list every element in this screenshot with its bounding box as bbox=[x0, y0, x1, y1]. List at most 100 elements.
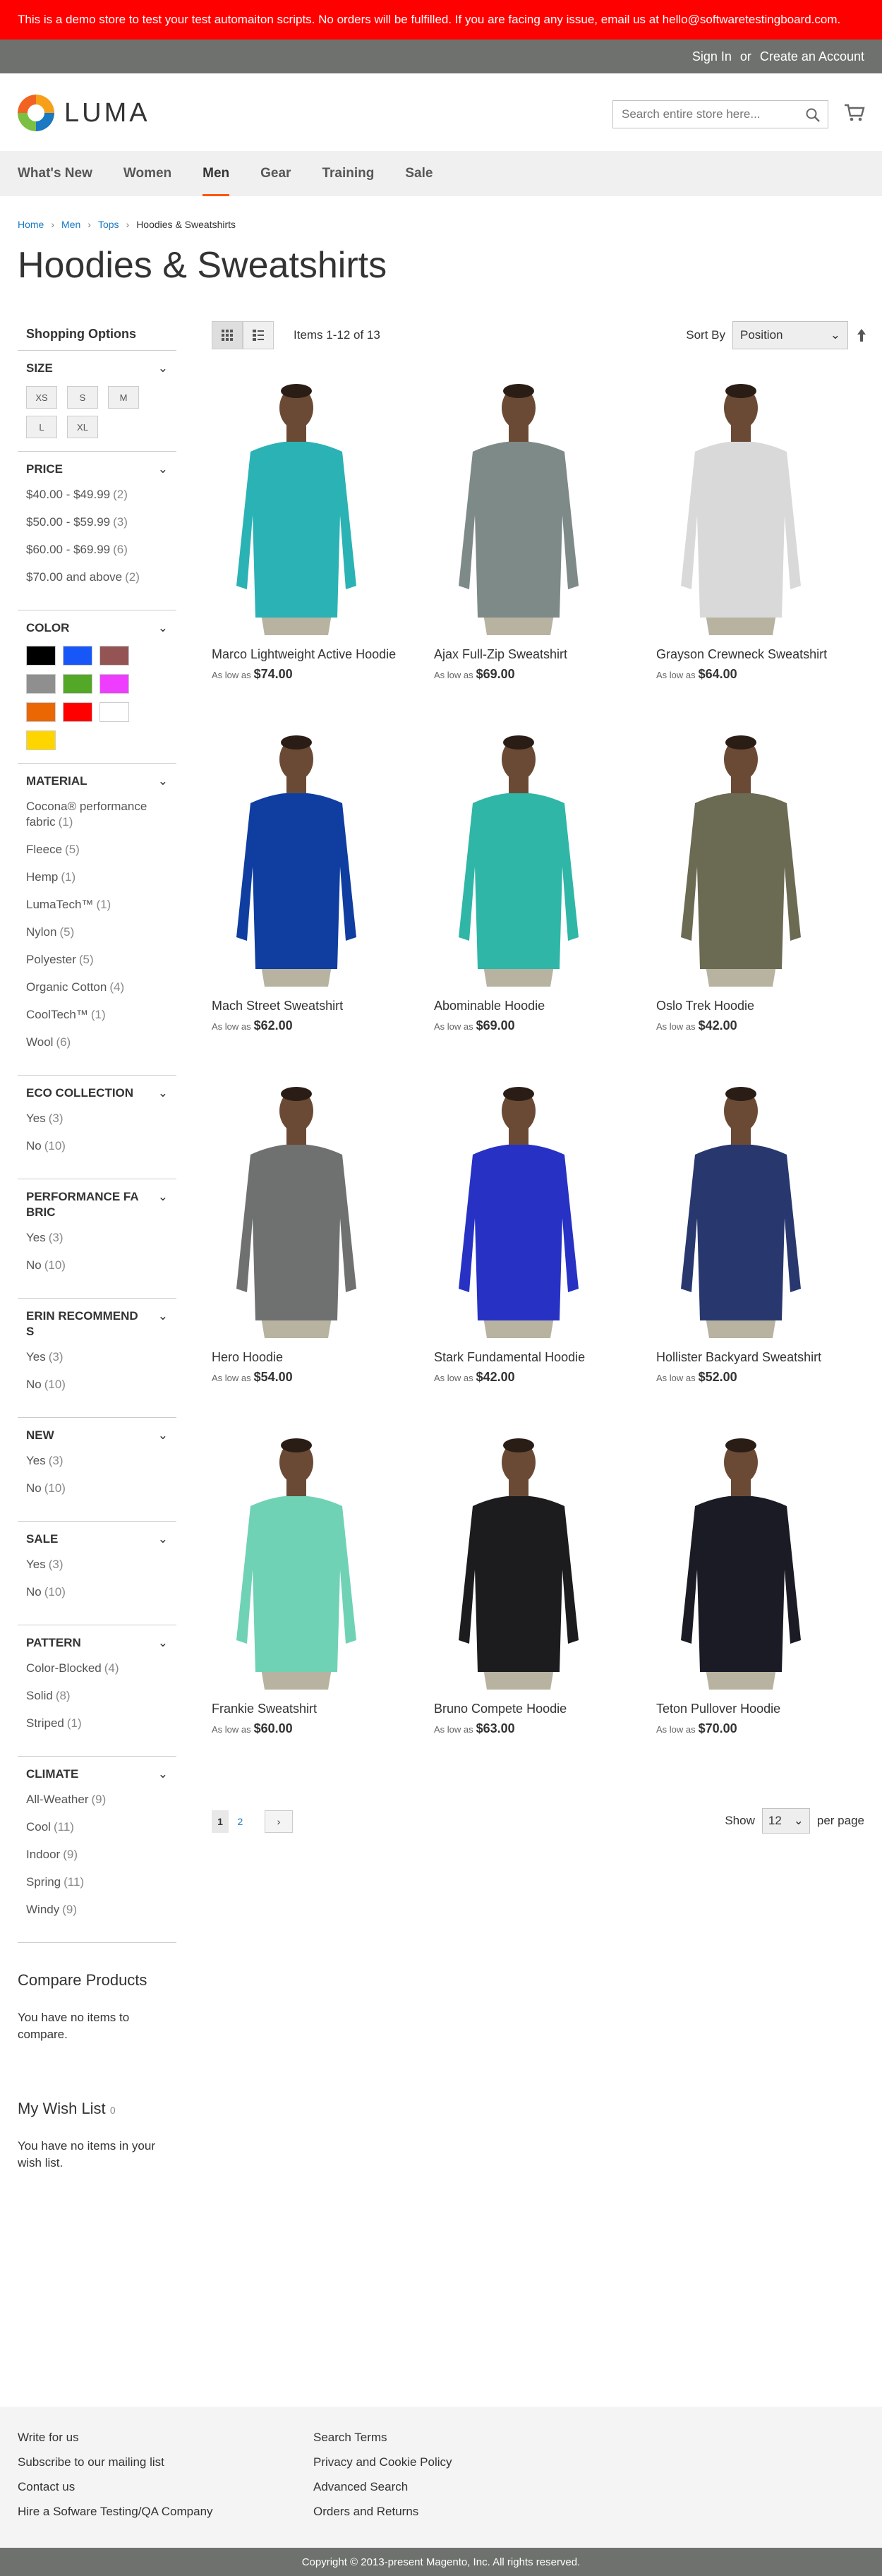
filter-option[interactable]: Wool (6) bbox=[26, 1035, 168, 1050]
product-image[interactable] bbox=[656, 1428, 826, 1690]
product-image[interactable] bbox=[434, 374, 603, 635]
product-image[interactable] bbox=[434, 726, 603, 987]
filter-option[interactable]: Striped (1) bbox=[26, 1716, 168, 1731]
color-swatch[interactable] bbox=[26, 674, 56, 694]
nav-women[interactable]: Women bbox=[123, 166, 171, 196]
filter-option[interactable]: Yes (3) bbox=[26, 1111, 168, 1126]
footer-link[interactable]: Privacy and Cookie Policy bbox=[313, 2450, 452, 2474]
create-account-link[interactable]: Create an Account bbox=[760, 49, 864, 64]
product-name[interactable]: Marco Lightweight Active Hoodie bbox=[212, 646, 434, 663]
filter-option[interactable]: Yes (3) bbox=[26, 1349, 168, 1365]
filter-option[interactable]: Spring (11) bbox=[26, 1874, 168, 1890]
product-name[interactable]: Frankie Sweatshirt bbox=[212, 1700, 434, 1717]
filter-option[interactable]: Yes (3) bbox=[26, 1557, 168, 1572]
product-card[interactable]: Mach Street Sweatshirt As low as $62.00 bbox=[212, 726, 434, 1052]
product-name[interactable]: Abominable Hoodie bbox=[434, 997, 656, 1014]
color-swatch[interactable] bbox=[26, 646, 56, 666]
footer-link[interactable]: Write for us bbox=[18, 2425, 213, 2450]
sign-in-link[interactable]: Sign In bbox=[692, 49, 732, 64]
nav-gear[interactable]: Gear bbox=[260, 166, 291, 196]
filter-eco-header[interactable]: Eco Collection ⌄ bbox=[26, 1085, 168, 1101]
nav-men[interactable]: Men bbox=[203, 166, 230, 196]
product-image[interactable] bbox=[656, 1077, 826, 1338]
product-image[interactable] bbox=[656, 726, 826, 987]
search-input[interactable]: Search entire store here... bbox=[612, 100, 828, 128]
nav-training[interactable]: Training bbox=[322, 166, 374, 196]
product-image[interactable] bbox=[212, 726, 381, 987]
size-swatch-l[interactable]: L bbox=[26, 416, 57, 438]
product-name[interactable]: Bruno Compete Hoodie bbox=[434, 1700, 656, 1717]
filter-climate-header[interactable]: Climate ⌄ bbox=[26, 1767, 168, 1782]
filter-option[interactable]: Cocona® performance fabric (1) bbox=[26, 799, 168, 830]
filter-option[interactable]: Organic Cotton (4) bbox=[26, 980, 168, 995]
color-swatch[interactable] bbox=[99, 674, 129, 694]
filter-sale-header[interactable]: Sale ⌄ bbox=[26, 1531, 168, 1547]
product-card[interactable]: Hero Hoodie As low as $54.00 bbox=[212, 1077, 434, 1403]
product-card[interactable]: Bruno Compete Hoodie As low as $63.00 bbox=[434, 1428, 656, 1755]
filter-option[interactable]: Yes (3) bbox=[26, 1453, 168, 1469]
product-card[interactable]: Stark Fundamental Hoodie As low as $42.00 bbox=[434, 1077, 656, 1403]
filter-price-header[interactable]: Price ⌄ bbox=[26, 462, 168, 477]
product-card[interactable]: Abominable Hoodie As low as $69.00 bbox=[434, 726, 656, 1052]
product-image[interactable] bbox=[434, 1428, 603, 1690]
color-swatch[interactable] bbox=[63, 674, 92, 694]
sort-select[interactable]: Position ⌄ bbox=[732, 321, 848, 349]
logo[interactable]: LUMA bbox=[18, 95, 150, 131]
filter-option[interactable]: $70.00 and above (2) bbox=[26, 570, 168, 585]
product-card[interactable]: Teton Pullover Hoodie As low as $70.00 bbox=[656, 1428, 878, 1755]
filter-option[interactable]: Windy (9) bbox=[26, 1902, 168, 1918]
filter-option[interactable]: Fleece (5) bbox=[26, 842, 168, 857]
size-swatch-xl[interactable]: XL bbox=[67, 416, 98, 438]
footer-link[interactable]: Contact us bbox=[18, 2474, 213, 2499]
size-swatch-m[interactable]: M bbox=[108, 386, 139, 409]
product-card[interactable]: Frankie Sweatshirt As low as $60.00 bbox=[212, 1428, 434, 1755]
color-swatch[interactable] bbox=[63, 646, 92, 666]
color-swatch[interactable] bbox=[99, 702, 129, 722]
search-icon[interactable] bbox=[805, 107, 821, 123]
filter-option[interactable]: CoolTech™ (1) bbox=[26, 1007, 168, 1023]
product-name[interactable]: Oslo Trek Hoodie bbox=[656, 997, 878, 1014]
footer-link[interactable]: Advanced Search bbox=[313, 2474, 452, 2499]
product-name[interactable]: Stark Fundamental Hoodie bbox=[434, 1349, 656, 1366]
next-page-button[interactable]: › bbox=[264, 1810, 293, 1833]
product-card[interactable]: Marco Lightweight Active Hoodie As low as… bbox=[212, 374, 434, 700]
product-name[interactable]: Grayson Crewneck Sweatshirt bbox=[656, 646, 878, 663]
footer-link[interactable]: Orders and Returns bbox=[313, 2499, 452, 2524]
filter-perf-header[interactable]: Performance Fa bric ⌄ bbox=[26, 1189, 168, 1220]
filter-option[interactable]: No (10) bbox=[26, 1377, 168, 1392]
filter-option[interactable]: Polyester (5) bbox=[26, 952, 168, 968]
size-swatch-s[interactable]: S bbox=[67, 386, 98, 409]
filter-option[interactable]: Cool (11) bbox=[26, 1819, 168, 1835]
product-name[interactable]: Hero Hoodie bbox=[212, 1349, 434, 1366]
product-image[interactable] bbox=[212, 1077, 381, 1338]
filter-option[interactable]: LumaTech™ (1) bbox=[26, 897, 168, 913]
product-image[interactable] bbox=[656, 374, 826, 635]
product-name[interactable]: Teton Pullover Hoodie bbox=[656, 1700, 878, 1717]
filter-option[interactable]: Color-Blocked (4) bbox=[26, 1661, 168, 1676]
footer-link[interactable]: Subscribe to our mailing list bbox=[18, 2450, 213, 2474]
product-card[interactable]: Oslo Trek Hoodie As low as $42.00 bbox=[656, 726, 878, 1052]
filter-color-header[interactable]: Color ⌄ bbox=[26, 620, 168, 636]
filter-option[interactable]: No (10) bbox=[26, 1584, 168, 1600]
product-card[interactable]: Ajax Full-Zip Sweatshirt As low as $69.00 bbox=[434, 374, 656, 700]
product-image[interactable] bbox=[434, 1077, 603, 1338]
filter-option[interactable]: Indoor (9) bbox=[26, 1847, 168, 1862]
filter-option[interactable]: $60.00 - $69.99 (6) bbox=[26, 542, 168, 558]
product-name[interactable]: Ajax Full-Zip Sweatshirt bbox=[434, 646, 656, 663]
filter-option[interactable]: No (10) bbox=[26, 1481, 168, 1496]
color-swatch[interactable] bbox=[26, 702, 56, 722]
filter-erin-header[interactable]: Erin Recommend s ⌄ bbox=[26, 1308, 168, 1340]
page-2[interactable]: 2 bbox=[231, 1810, 248, 1833]
filter-option[interactable]: All-Weather (9) bbox=[26, 1792, 168, 1807]
nav-whats-new[interactable]: What's New bbox=[18, 166, 92, 196]
breadcrumb-home[interactable]: Home bbox=[18, 219, 44, 230]
filter-material-header[interactable]: Material ⌄ bbox=[26, 774, 168, 789]
breadcrumb-tops[interactable]: Tops bbox=[98, 219, 119, 230]
filter-size-header[interactable]: Size ⌄ bbox=[26, 361, 168, 376]
cart-icon[interactable] bbox=[844, 103, 865, 123]
filter-pattern-header[interactable]: Pattern ⌄ bbox=[26, 1635, 168, 1651]
limiter-select[interactable]: 12 ⌄ bbox=[761, 1808, 810, 1834]
size-swatch-xs[interactable]: XS bbox=[26, 386, 57, 409]
filter-option[interactable]: $40.00 - $49.99 (2) bbox=[26, 487, 168, 502]
footer-link[interactable]: Hire a Sofware Testing/QA Company bbox=[18, 2499, 213, 2524]
